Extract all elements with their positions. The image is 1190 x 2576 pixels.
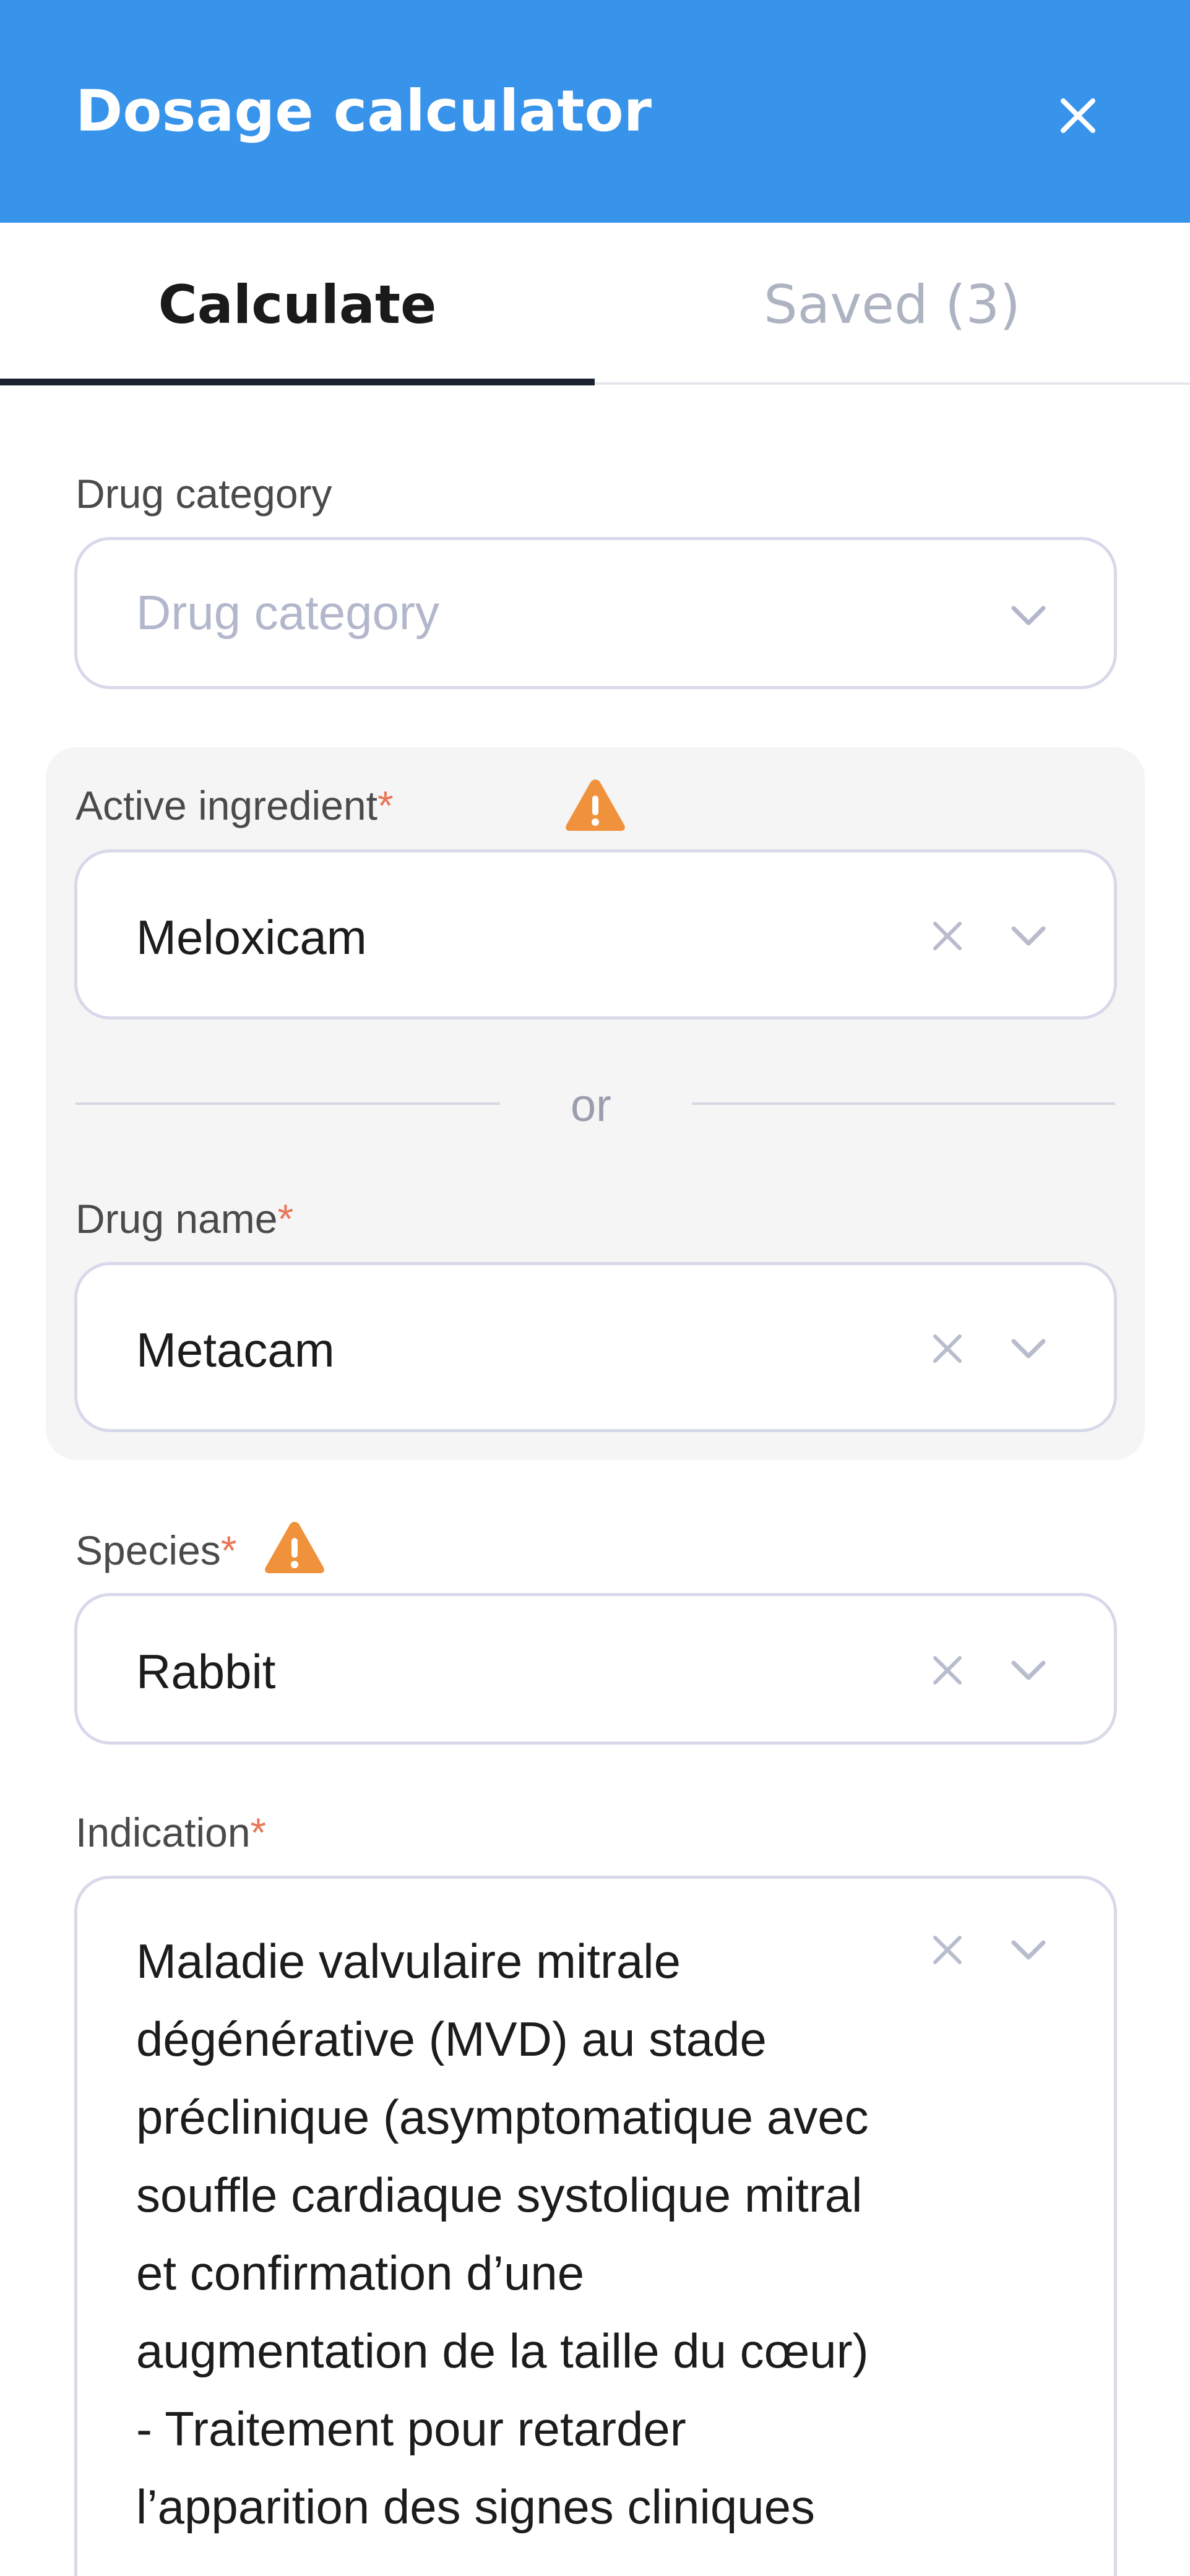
tab-saved[interactable]: Saved (3) [595,223,1189,387]
tab-divider [595,382,1190,385]
required-mark: * [220,1527,237,1573]
required-mark: * [250,1810,267,1855]
drug-name-value: Metacam [136,1323,335,1377]
separator-line-right [692,1102,1115,1105]
drug-category-placeholder: Drug category [136,585,439,640]
species-label-text: Species [75,1527,221,1573]
clear-icon[interactable] [930,1933,965,1967]
active-ingredient-value: Meloxicam [136,910,367,964]
chevron-down-icon[interactable] [1009,924,1048,948]
chevron-down-icon[interactable] [1009,1938,1048,1962]
clear-icon[interactable] [930,1653,965,1688]
drug-name-select[interactable]: Metacam [74,1262,1117,1432]
drug-category-select[interactable]: Drug category [74,537,1117,689]
drug-category-label: Drug category [75,469,332,518]
or-separator: or [571,1080,611,1131]
indication-select[interactable]: Maladie valvulaire mitrale dégénérative … [74,1876,1117,2576]
separator-line-left [75,1102,500,1105]
chevron-down-icon[interactable] [1009,1658,1048,1683]
warning-icon[interactable] [262,1518,327,1576]
indication-value: Maladie valvulaire mitrale dégénérative … [136,1934,869,2534]
active-ingredient-label: Active ingredient* [75,781,394,830]
chevron-down-icon[interactable] [1009,603,1048,628]
active-ingredient-select[interactable]: Meloxicam [74,849,1117,1020]
app-header: Dosage calculator [0,0,1190,223]
drug-name-label: Drug name* [75,1194,293,1243]
chevron-down-icon[interactable] [1009,1336,1048,1361]
tab-bar: Calculate Saved (3) [0,223,1190,391]
warning-icon[interactable] [563,776,627,834]
close-icon[interactable] [1052,90,1104,142]
clear-icon[interactable] [930,919,965,953]
active-ingredient-label-text: Active ingredient [75,783,377,828]
drug-category-label-text: Drug category [75,471,332,517]
tab-calculate[interactable]: Calculate [0,223,595,387]
species-label: Species* [75,1526,237,1575]
required-mark: * [377,783,394,828]
indication-label-text: Indication [75,1810,251,1855]
drug-name-label-text: Drug name [75,1196,278,1242]
species-select[interactable]: Rabbit [74,1593,1117,1745]
indication-label: Indication* [75,1808,266,1857]
active-tab-indicator [0,379,595,385]
required-mark: * [277,1196,294,1242]
clear-icon[interactable] [930,1331,965,1366]
species-value: Rabbit [136,1644,276,1699]
page-title: Dosage calculator [75,78,652,144]
